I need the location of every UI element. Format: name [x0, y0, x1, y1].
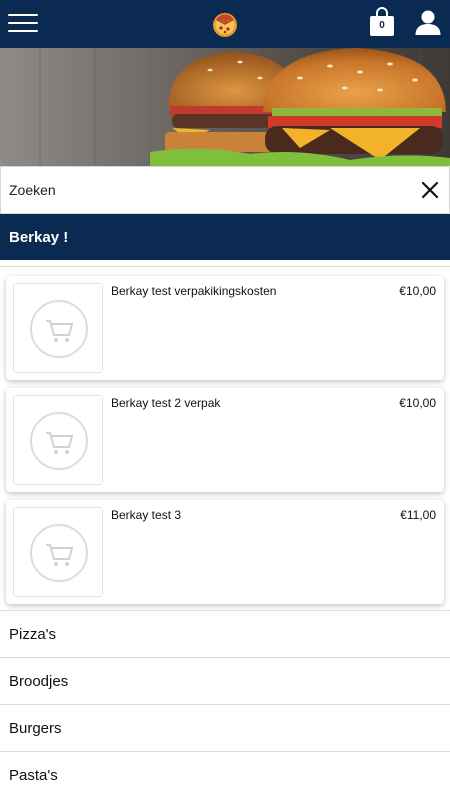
pizza-logo-icon[interactable]	[212, 12, 238, 38]
category-item-pizzas[interactable]: Pizza's	[0, 610, 450, 657]
category-item-pastas[interactable]: Pasta's	[0, 751, 450, 798]
product-name: Berkay test verpakikingskosten	[111, 284, 277, 298]
shopping-cart-icon	[30, 300, 88, 358]
product-name: Berkay test 3	[111, 508, 182, 522]
divider	[0, 266, 450, 267]
category-title: Berkay !	[9, 229, 69, 246]
product-image-placeholder	[13, 283, 103, 373]
product-name: Berkay test 2 verpak	[111, 396, 221, 410]
hamburger-menu-icon[interactable]	[8, 12, 38, 34]
app-screen: 0 Zoeken Berkay ! Berkay test verpakikin…	[0, 0, 450, 800]
user-account-icon[interactable]	[414, 8, 442, 36]
category-item-label: Broodjes	[9, 673, 69, 690]
search-bar	[0, 166, 450, 214]
shopping-bag-icon[interactable]: 0	[368, 6, 396, 38]
search-input[interactable]	[9, 167, 409, 213]
shopping-cart-icon	[30, 524, 88, 582]
category-item-broodjes[interactable]: Broodjes	[0, 657, 450, 704]
category-item-label: Pizza's	[9, 626, 57, 643]
hero-burgers-image	[0, 48, 450, 166]
product-price: €11,00	[400, 508, 436, 522]
product-card[interactable]: Berkay test verpakikingskosten €10,00	[6, 276, 444, 380]
product-image-placeholder	[13, 395, 103, 485]
product-price: €10,00	[399, 396, 436, 410]
category-header: Berkay !	[0, 214, 450, 260]
close-icon[interactable]	[421, 181, 439, 199]
cart-count-badge: 0	[379, 20, 385, 31]
category-item-burgers[interactable]: Burgers	[0, 704, 450, 751]
category-item-label: Burgers	[9, 720, 62, 737]
product-price: €10,00	[399, 284, 436, 298]
category-item-label: Pasta's	[9, 767, 58, 784]
top-bar: 0	[0, 0, 450, 48]
shopping-cart-icon	[30, 412, 88, 470]
product-card[interactable]: Berkay test 3 €11,00	[6, 500, 444, 604]
product-card[interactable]: Berkay test 2 verpak €10,00	[6, 388, 444, 492]
product-image-placeholder	[13, 507, 103, 597]
